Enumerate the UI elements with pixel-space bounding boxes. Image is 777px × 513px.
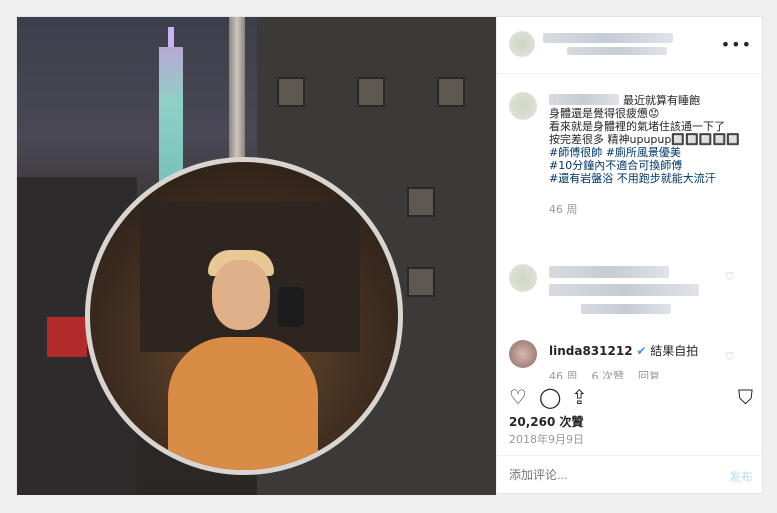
like-count[interactable]: 20,260 次贊 [509,413,584,430]
heart-icon[interactable]: ♡ [509,387,527,407]
more-icon[interactable]: ••• [721,35,752,54]
caption-line: 看來就是身體裡的氣堵住該通一下了 [549,120,725,133]
caption-line: 最近就算有睡飽 [623,94,700,107]
hashtag-line[interactable]: #還有岩盤浴 不用跑步就能大流汗 [549,172,759,185]
hashtag-line[interactable]: #10分鐘內不適合可換師傅 [549,159,759,172]
caption-time: 46 周 [549,203,578,216]
caption-line: 按完差很多 精神upupup🔲🔲🔲🔲🔲 [549,133,740,146]
author-location-blurred[interactable] [567,47,667,55]
post-photo[interactable] [17,17,496,495]
reply-link[interactable]: 回复 [638,370,660,379]
comment-meta: 46 周 6 次贊 回复 [549,368,660,379]
action-bar: ♡ ◯ ⇪ ⛉ [497,379,765,409]
comment-meta-blurred [581,304,671,314]
comment-username[interactable]: linda831212 [549,344,633,358]
comments-list[interactable]: 最近就算有睡飽 身體還是覺得很疲憊😟 看來就是身體裡的氣堵住該通一下了 按完差很… [497,74,765,379]
share-icon[interactable]: ⇪ [571,387,588,407]
street-sign [47,317,87,357]
post-card: ••• 最近就算有睡飽 身體還是覺得很疲憊😟 看來就是身體裡的氣堵住該通一下了 … [16,16,765,495]
verified-icon: ✔ [636,344,647,358]
comment-text-blurred [549,266,669,278]
comment-icon[interactable]: ◯ [539,387,561,407]
window [407,267,435,297]
comment-input[interactable] [509,468,699,482]
like-comment-icon[interactable]: ♡ [725,350,735,363]
comment-text: 結果自拍 [650,344,699,358]
window [407,187,435,217]
post-header: ••• [497,17,764,74]
window [277,77,305,107]
blurred-comment: ♡ [509,264,755,324]
window [357,77,385,107]
window [437,77,465,107]
comment-text-blurred [549,284,699,296]
comment: linda831212 ✔ 結果自拍 ♡ 46 周 6 次贊 回复 [509,340,755,379]
person-body [168,337,318,470]
phone [278,287,304,327]
add-comment-bar: 发布 [497,455,765,495]
mirror-rod [229,17,245,162]
post-date: 2018年9月9日 [509,433,584,446]
like-comment-icon[interactable]: ♡ [725,270,735,283]
round-mirror [85,157,403,475]
comment-avatar[interactable] [509,340,537,368]
person-head [212,260,270,330]
comment-avatar[interactable] [509,264,537,292]
comment-time: 46 周 [549,370,578,379]
post-side-panel: ••• 最近就算有睡飽 身體還是覺得很疲憊😟 看來就是身體裡的氣堵住該通一下了 … [496,17,765,495]
comment-body: linda831212 ✔ 結果自拍 [549,342,698,359]
taipei-101-tower [159,47,183,187]
bookmark-icon[interactable]: ⛉ [738,387,753,407]
post-caption: 最近就算有睡飽 身體還是覺得很疲憊😟 看來就是身體裡的氣堵住該通一下了 按完差很… [549,94,759,216]
tower-tip [168,27,174,49]
author-name-blurred[interactable] [543,33,673,43]
hashtag-line[interactable]: #師傅很帥 #廁所風景優美 [549,146,759,159]
author-avatar[interactable] [509,31,535,57]
caption-line: 身體還是覺得很疲憊😟 [549,107,660,120]
comment-likes[interactable]: 6 次贊 [592,370,625,379]
author-avatar-small[interactable] [509,92,537,120]
post-button[interactable]: 发布 [729,468,753,485]
